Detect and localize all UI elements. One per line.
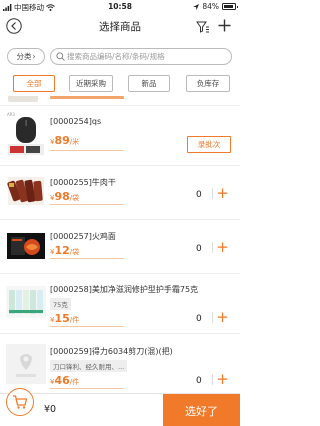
stepper-divider [212,312,213,323]
nav-bar: 选择商品 [0,13,240,40]
quantity-value[interactable]: 0 [196,314,202,324]
list-item[interactable] [0,96,240,106]
product-name: [0000259]得力6034剪刀(混)(把) [50,347,173,356]
chevron-right-icon: › [32,52,36,61]
filter-tabs: 全部 近期采购 新品 负库存 [0,73,240,95]
price-divider [50,96,124,99]
price-unit: /件 [69,378,80,386]
product-image [6,225,46,265]
bottom-bar: ¥0 选好了 [0,388,240,426]
search-row: 分类 › [0,42,240,70]
price-unit: /袋 [69,248,80,256]
price-value: 12 [54,244,70,257]
svg-text:AR3: AR3 [7,112,16,117]
add-product-button[interactable] [217,18,232,33]
filter-icon [196,21,209,33]
list-item[interactable]: [0000255]牛肉干 ¥98/袋 0 + [0,166,240,220]
product-image [6,171,46,211]
add-quantity-button[interactable]: + [214,185,231,202]
plus-icon [218,19,231,32]
stepper-divider [212,374,213,385]
filter-button[interactable] [196,19,210,33]
price-value: 89 [54,134,70,147]
price-unit: /袋 [69,194,80,202]
list-item[interactable]: AR3 [0000254]qs ¥89/米 录批次 [0,106,240,166]
product-price: ¥89/米 [50,134,79,147]
search-icon [56,52,65,61]
price-divider [50,150,124,151]
search-box[interactable] [50,48,232,65]
product-name: [0000255]牛肉干 [50,178,116,187]
price-divider [50,258,124,259]
tab-all[interactable]: 全部 [13,75,55,92]
cart-icon [13,395,28,409]
product-image [8,96,38,102]
record-batch-button[interactable]: 录批次 [187,136,231,153]
list-item[interactable]: [0000258]美加净滋润修护型护手霜75克 75克 ¥15/件 0 + [0,274,240,334]
price-value: 15 [54,312,70,325]
category-button[interactable]: 分类 › [7,48,45,65]
quantity-value[interactable]: 0 [196,190,202,200]
stepper-divider [212,188,213,199]
cart-total: ¥0 [44,404,57,415]
quantity-value[interactable]: 0 [196,244,202,254]
location-icon [193,3,200,10]
jerky-icon [7,177,44,205]
price-unit: /件 [69,316,80,324]
category-label: 分类 [16,52,32,61]
tab-recent-purchase[interactable]: 近期采购 [69,75,113,92]
product-price: ¥12/袋 [50,244,79,257]
product-price: ¥98/袋 [50,190,79,203]
product-list[interactable]: AR3 [0000254]qs ¥89/米 录批次 [0000255]牛肉干 ¥… [0,96,240,393]
add-quantity-button[interactable]: + [214,371,231,388]
add-quantity-button[interactable]: + [214,239,231,256]
price-divider [50,388,124,389]
mouse-icon: AR3 [7,112,44,155]
search-input[interactable] [67,49,227,64]
product-price: ¥46/件 [50,374,79,387]
product-image: AR3 [6,111,46,155]
cart-button[interactable] [6,388,34,416]
status-right: 84% [193,2,238,11]
noodle-icon [7,233,45,259]
tab-new[interactable]: 新品 [128,75,170,92]
product-image [6,282,46,322]
product-spec: 75克 [50,298,71,310]
price-divider [50,204,124,205]
product-image [6,344,46,384]
price-divider [50,326,124,327]
price-value: 98 [54,190,70,203]
product-price: ¥15/件 [50,312,79,325]
battery-percent: 84% [202,2,219,11]
status-bar: 中国移动 10:58 84% [0,0,240,13]
quantity-value[interactable]: 0 [196,376,202,386]
product-name: [0000258]美加净滋润修护型护手霜75克 [50,285,199,294]
price-unit: /米 [69,138,80,146]
cream-tubes-icon [6,286,46,318]
add-quantity-button[interactable]: + [214,309,231,326]
stepper-divider [212,242,213,253]
confirm-selection-button[interactable]: 选好了 [163,394,240,426]
placeholder-image-icon [6,344,46,384]
product-name: [0000257]火鸡面 [50,232,116,241]
product-spec: 刀口锋利、经久耐用、... [50,360,128,372]
list-item[interactable]: [0000259]得力6034剪刀(混)(把) 刀口锋利、经久耐用、... ¥4… [0,334,240,393]
tab-negative-stock[interactable]: 负库存 [186,75,230,92]
price-value: 46 [54,374,70,387]
list-item[interactable]: [0000257]火鸡面 ¥12/袋 0 + [0,220,240,274]
battery-icon [222,3,238,10]
product-name: [0000254]qs [50,117,102,126]
